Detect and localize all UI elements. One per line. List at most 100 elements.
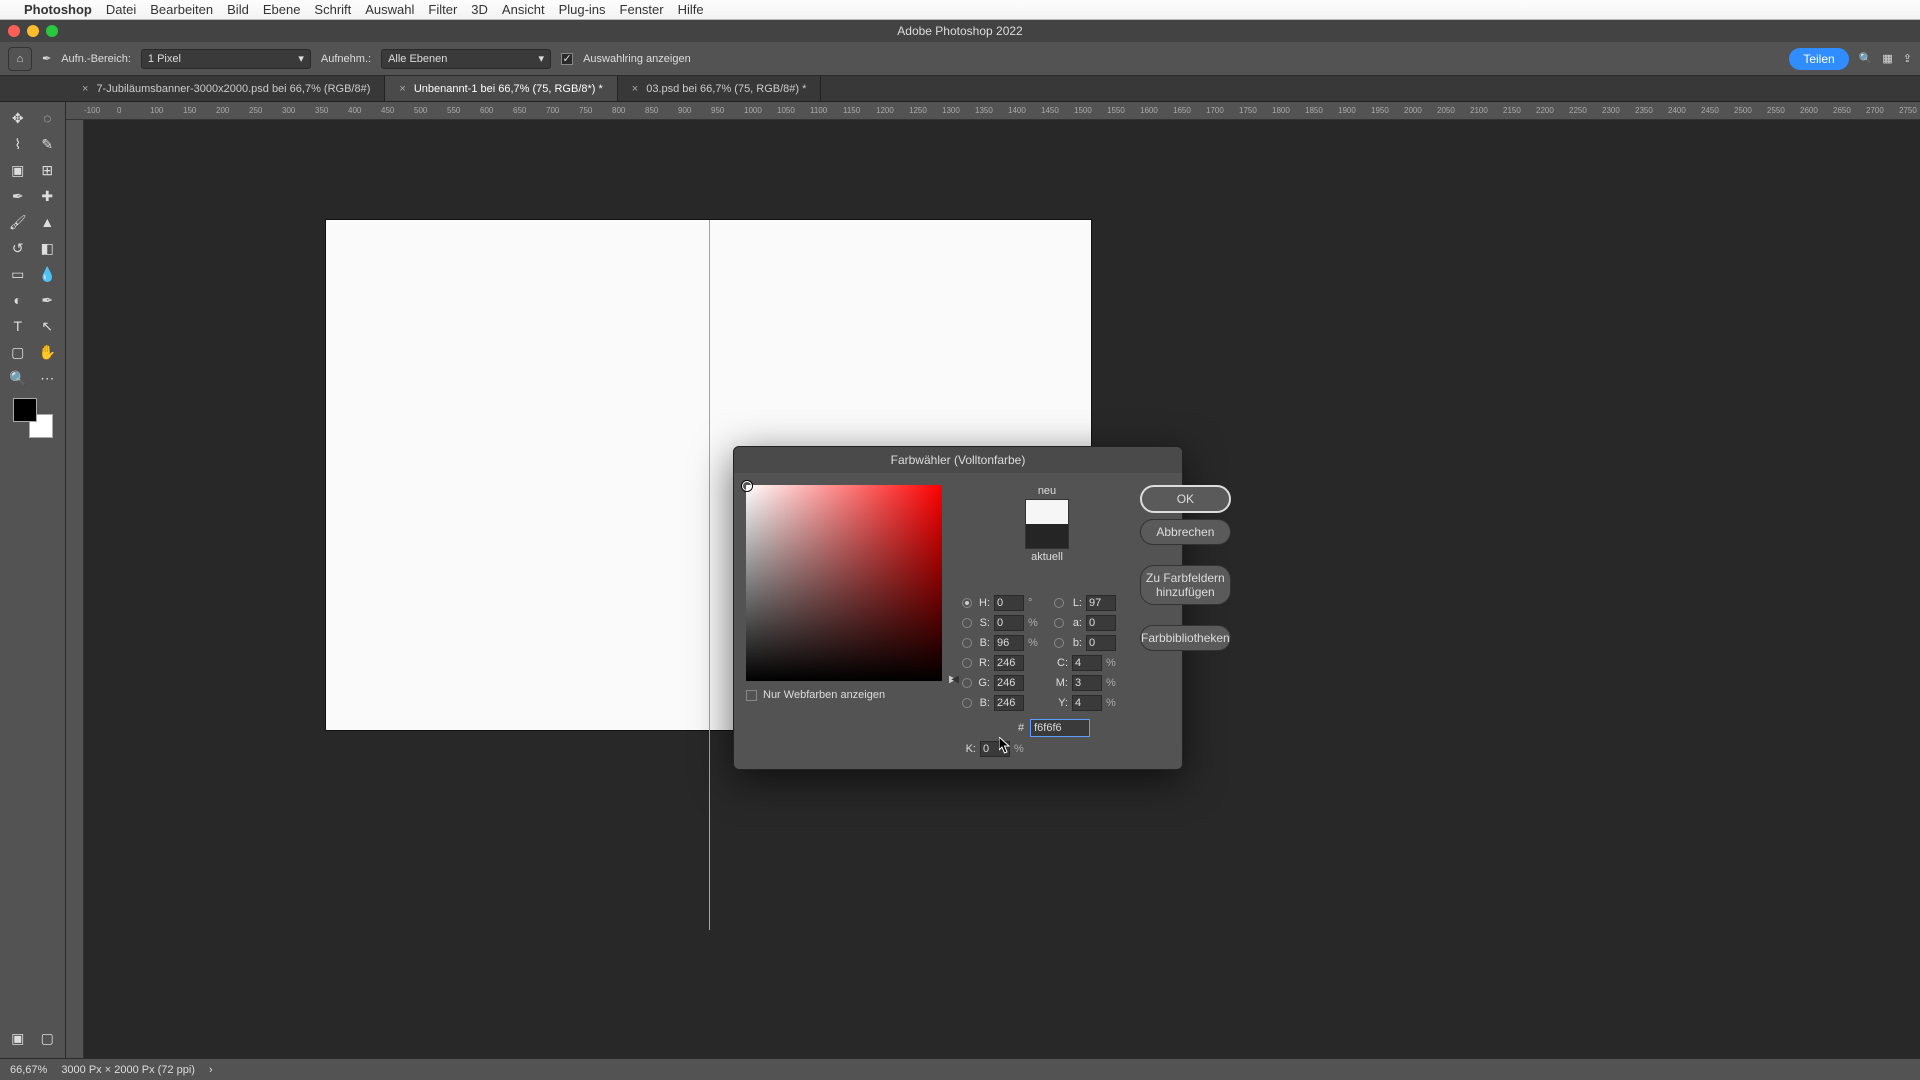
close-tab-icon[interactable]: × — [632, 83, 638, 95]
macos-menubar: Photoshop Datei Bearbeiten Bild Ebene Sc… — [0, 0, 1920, 20]
h-input[interactable] — [994, 595, 1024, 611]
search-icon[interactable]: 🔍 — [1859, 52, 1873, 65]
document-tab[interactable]: ×Unbenannt-1 bei 66,7% (75, RGB/8*) * — [385, 76, 617, 101]
add-to-swatches-button[interactable]: Zu Farbfeldern hinzufügen — [1140, 565, 1231, 605]
export-icon[interactable]: ⇪ — [1903, 52, 1912, 65]
s-radio[interactable] — [962, 618, 972, 628]
bv-radio[interactable] — [962, 638, 972, 648]
menu-auswahl[interactable]: Auswahl — [365, 2, 414, 17]
a-input[interactable] — [1086, 615, 1116, 631]
saturation-brightness-field[interactable] — [746, 485, 942, 681]
menu-plugins[interactable]: Plug-ins — [559, 2, 606, 17]
menu-ansicht[interactable]: Ansicht — [502, 2, 545, 17]
b-radio[interactable] — [1054, 638, 1064, 648]
g-input[interactable] — [994, 675, 1024, 691]
color-libraries-button[interactable]: Farbbibliotheken — [1140, 625, 1231, 651]
brush-tool[interactable]: 🖌 — [4, 210, 32, 234]
move-tool[interactable]: ✥ — [4, 106, 32, 130]
color-cursor[interactable] — [742, 481, 752, 491]
h-radio[interactable] — [962, 598, 972, 608]
k-input[interactable] — [980, 741, 1010, 757]
quick-mask-tool[interactable]: ▣ — [4, 1026, 32, 1050]
eyedropper-tool-icon[interactable]: ✒ — [42, 52, 51, 65]
horizontal-ruler[interactable]: -100010015020025030035040045050055060065… — [66, 102, 1920, 120]
history-brush-tool[interactable]: ↺ — [4, 236, 32, 260]
web-colors-label: Nur Webfarben anzeigen — [763, 689, 885, 701]
window-titlebar: Adobe Photoshop 2022 — [0, 20, 1920, 42]
document-tab[interactable]: ×7-Jubiläumsbanner-3000x2000.psd bei 66,… — [68, 76, 385, 101]
sample-size-select[interactable]: 1 Pixel▾ — [141, 49, 311, 69]
minimize-window-button[interactable] — [27, 25, 39, 37]
menu-ebene[interactable]: Ebene — [263, 2, 301, 17]
pen-tool[interactable]: ✒ — [34, 288, 62, 312]
path-select-tool[interactable]: ↖ — [34, 314, 62, 338]
close-tab-icon[interactable]: × — [399, 83, 405, 95]
quick-select-tool[interactable]: ✎ — [34, 132, 62, 156]
healing-tool[interactable]: ✚ — [34, 184, 62, 208]
frame-tool[interactable]: ⊞ — [34, 158, 62, 182]
marquee-tool[interactable]: ◌ — [34, 106, 62, 130]
eyedropper-tool[interactable]: ✒ — [4, 184, 32, 208]
home-button[interactable]: ⌂ — [8, 47, 32, 71]
show-sampling-ring-checkbox[interactable]: ✓ — [561, 53, 573, 65]
ok-button[interactable]: OK — [1140, 485, 1231, 513]
tools-panel: ✥◌ ⌇✎ ▣⊞ ✒✚ 🖌▲ ↺◧ ▭💧 ◐✒ T↖ ▢✋ 🔍⋯ ▣▢ — [0, 102, 66, 1058]
r-input[interactable] — [994, 655, 1024, 671]
menu-fenster[interactable]: Fenster — [620, 2, 664, 17]
y-input[interactable] — [1072, 695, 1102, 711]
b-input[interactable] — [1086, 635, 1116, 651]
workspace-icon[interactable]: ▦ — [1882, 52, 1892, 65]
maximize-window-button[interactable] — [46, 25, 58, 37]
shape-tool[interactable]: ▢ — [4, 340, 32, 364]
menu-hilfe[interactable]: Hilfe — [678, 2, 704, 17]
vertical-ruler[interactable] — [66, 120, 84, 1058]
gradient-tool[interactable]: ▭ — [4, 262, 32, 286]
menu-bild[interactable]: Bild — [227, 2, 249, 17]
g-radio[interactable] — [962, 678, 972, 688]
crop-tool[interactable]: ▣ — [4, 158, 32, 182]
web-colors-checkbox[interactable] — [746, 690, 757, 701]
document-info[interactable]: 3000 Px × 2000 Px (72 ppi) — [61, 1064, 195, 1076]
close-tab-icon[interactable]: × — [82, 83, 88, 95]
new-color-label: neu — [1038, 485, 1056, 497]
c-input[interactable] — [1072, 655, 1102, 671]
menu-datei[interactable]: Datei — [106, 2, 136, 17]
document-tab[interactable]: ×03.psd bei 66,7% (75, RGB/8#) * — [618, 76, 822, 101]
bv-input[interactable] — [994, 635, 1024, 651]
hand-tool[interactable]: ✋ — [34, 340, 62, 364]
share-button[interactable]: Teilen — [1789, 48, 1848, 70]
menu-filter[interactable]: Filter — [428, 2, 457, 17]
menu-3d[interactable]: 3D — [471, 2, 488, 17]
screen-mode-tool[interactable]: ▢ — [34, 1026, 62, 1050]
type-tool[interactable]: T — [4, 314, 32, 338]
cancel-button[interactable]: Abbrechen — [1140, 519, 1231, 545]
info-chevron-icon[interactable]: › — [209, 1064, 213, 1076]
bb-input[interactable] — [994, 695, 1024, 711]
l-radio[interactable] — [1054, 598, 1064, 608]
blur-tool[interactable]: 💧 — [34, 262, 62, 286]
r-radio[interactable] — [962, 658, 972, 668]
zoom-tool[interactable]: 🔍 — [4, 366, 32, 390]
m-input[interactable] — [1072, 675, 1102, 691]
zoom-level[interactable]: 66,67% — [10, 1064, 47, 1076]
eraser-tool[interactable]: ◧ — [34, 236, 62, 260]
s-input[interactable] — [994, 615, 1024, 631]
fg-bg-colors[interactable] — [13, 398, 53, 438]
aufn-bereich-label: Aufn.-Bereich: — [61, 53, 131, 65]
lasso-tool[interactable]: ⌇ — [4, 132, 32, 156]
l-input[interactable] — [1086, 595, 1116, 611]
menu-schrift[interactable]: Schrift — [314, 2, 351, 17]
sample-layers-select[interactable]: Alle Ebenen▾ — [381, 49, 551, 69]
bb-radio[interactable] — [962, 698, 972, 708]
app-name[interactable]: Photoshop — [24, 2, 92, 17]
close-window-button[interactable] — [8, 25, 20, 37]
dodge-tool[interactable]: ◐ — [4, 288, 32, 312]
menu-bearbeiten[interactable]: Bearbeiten — [150, 2, 213, 17]
stamp-tool[interactable]: ▲ — [34, 210, 62, 234]
vertical-guide[interactable] — [709, 220, 710, 930]
a-radio[interactable] — [1054, 618, 1064, 628]
dialog-title: Farbwähler (Volltonfarbe) — [734, 447, 1182, 473]
hex-input[interactable] — [1030, 719, 1090, 737]
status-bar: 66,67% 3000 Px × 2000 Px (72 ppi) › — [0, 1058, 1920, 1080]
more-tools[interactable]: ⋯ — [34, 366, 62, 390]
